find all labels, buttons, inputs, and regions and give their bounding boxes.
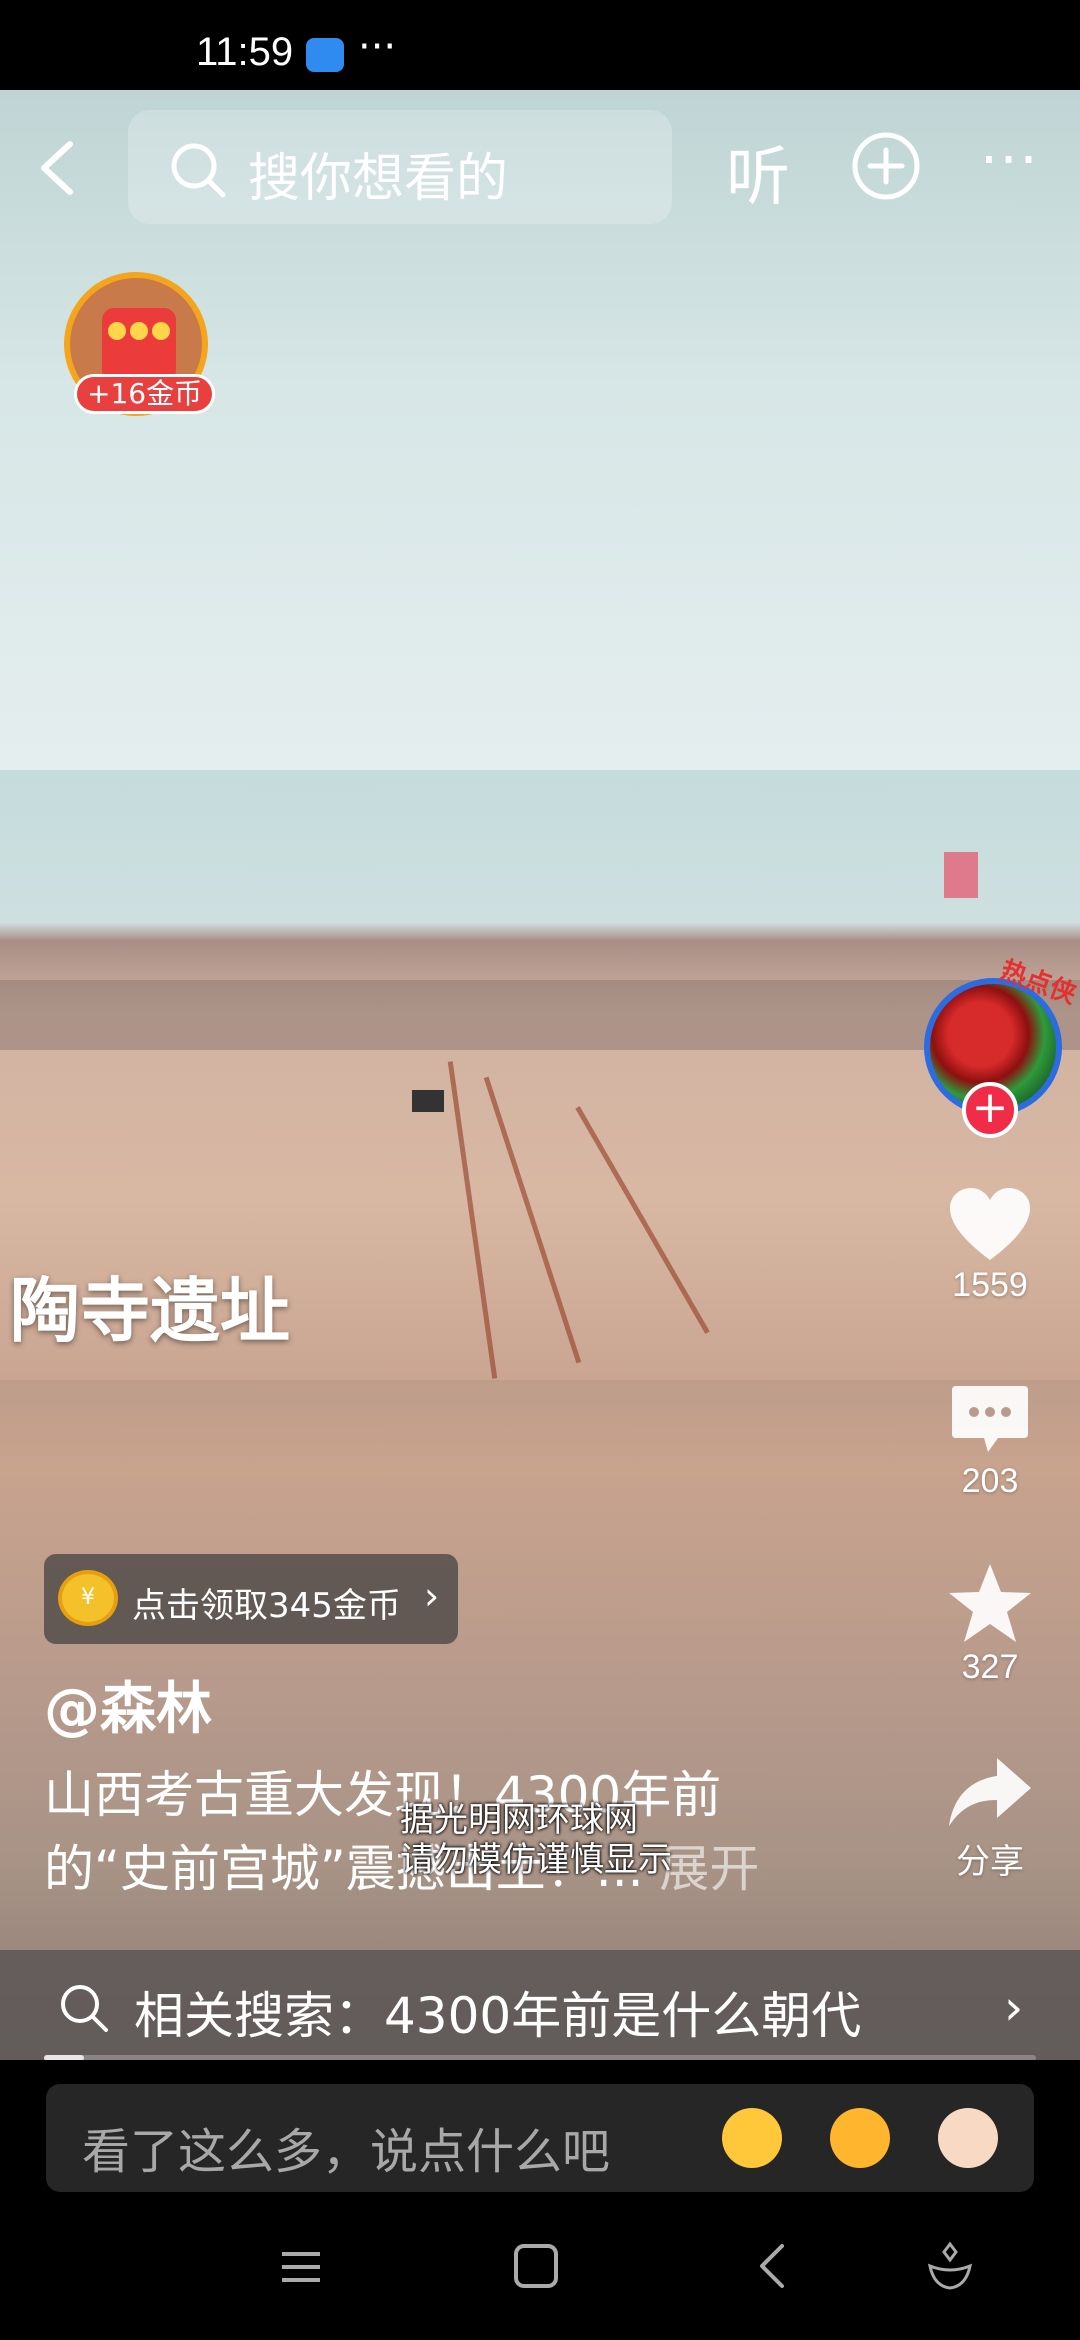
video-watermark: 据光明网环球网 请勿模仿谨慎显示 (400, 1800, 672, 1880)
search-icon (171, 143, 226, 198)
heart-icon (950, 1188, 1030, 1260)
coin-reward-label: +16金币 (74, 374, 216, 414)
comment-count: 203 (961, 1462, 1019, 1500)
claim-coins-button[interactable]: ¥ 点击领取345金币 › (44, 1554, 458, 1644)
scene-flag (944, 852, 978, 898)
comment-input[interactable]: 看了这么多，说点什么吧 (46, 2084, 1034, 2192)
favorite-button[interactable]: 327 (930, 1562, 1050, 1687)
home-icon[interactable] (512, 2242, 560, 2290)
more-menu-button[interactable]: ··· (980, 128, 1039, 193)
listen-button[interactable]: 听 (726, 126, 790, 218)
laugh-emoji-icon[interactable] (830, 2108, 890, 2168)
comment-bar: 看了这么多，说点什么吧 (0, 2060, 1080, 2200)
watermark-line: 据光明网环球网 (400, 1800, 638, 1840)
gold-coin-icon: ¥ (58, 1570, 118, 1626)
assistant-icon[interactable] (926, 2240, 974, 2292)
share-button[interactable]: 分享 (930, 1754, 1050, 1883)
comment-placeholder: 看了这么多，说点什么吧 (82, 2124, 611, 2180)
scene-wall (0, 980, 1080, 1050)
search-input[interactable]: 搜你想看的 (128, 110, 672, 224)
like-button[interactable]: 1559 (930, 1186, 1050, 1305)
search-placeholder: 搜你想看的 (248, 149, 509, 209)
back-arrow-icon (41, 141, 73, 195)
back-button[interactable] (30, 138, 90, 198)
red-envelope-icon (102, 308, 176, 382)
comment-button[interactable]: 203 (930, 1382, 1050, 1501)
scene-sign (412, 1090, 444, 1112)
scene-crack (575, 1106, 710, 1334)
share-arrow-icon (949, 1758, 1031, 1826)
like-count: 1559 (952, 1266, 1028, 1304)
scene-crack (447, 1061, 498, 1379)
recent-apps-icon[interactable] (278, 2244, 324, 2290)
watermark-line: 请勿模仿谨慎显示 (400, 1840, 672, 1880)
author-name[interactable]: @森林 (44, 1664, 212, 1745)
follow-button[interactable]: + (962, 1082, 1018, 1138)
finger-heart-emoji-icon[interactable] (938, 2108, 998, 2168)
status-bar: 11:59 ··· (0, 0, 1080, 90)
chevron-right-icon: › (424, 1574, 440, 1618)
share-label: 分享 (956, 1843, 1024, 1881)
expand-link[interactable]: 展开 (659, 1840, 759, 1898)
search-icon (61, 1985, 108, 2032)
app-notification-icon (306, 38, 344, 72)
video-caption: 陶寺遗址 (10, 1270, 290, 1352)
grin-emoji-icon[interactable] (722, 2108, 782, 2168)
add-button[interactable] (850, 130, 922, 206)
scene-crack (483, 1076, 582, 1364)
status-time: 11:59 (196, 30, 294, 74)
system-nav-bar (0, 2200, 1080, 2340)
status-more-icon: ··· (358, 24, 397, 70)
related-search-bar[interactable]: 相关搜索：4300年前是什么朝代 › (0, 1950, 1080, 2060)
related-search-text: 相关搜索：4300年前是什么朝代 (134, 1987, 862, 2045)
claim-coins-label: 点击领取345金币 (132, 1586, 401, 1626)
plus-circle-icon (852, 132, 920, 200)
star-icon (949, 1564, 1031, 1642)
comment-icon (952, 1386, 1028, 1452)
nav-back-icon[interactable] (752, 2242, 792, 2290)
favorite-count: 327 (961, 1648, 1019, 1686)
chevron-right-icon: › (1004, 1980, 1024, 2036)
